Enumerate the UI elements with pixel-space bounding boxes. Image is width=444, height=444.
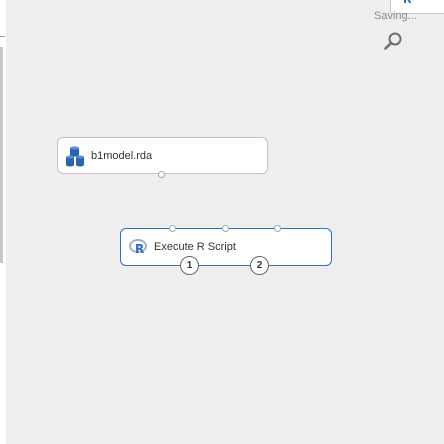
saving-status: Saving... <box>374 10 417 22</box>
left-panel-scrollbar[interactable] <box>0 47 3 263</box>
r-script-input-port-1[interactable] <box>169 225 176 232</box>
experiment-workspace: R Saving... b1model.rda R Execut <box>0 0 444 444</box>
execute-r-script-label: Execute R Script <box>154 241 236 253</box>
dataset-module[interactable]: b1model.rda <box>57 137 268 174</box>
r-language-icon: R <box>403 0 411 5</box>
r-script-output-port-1[interactable]: 1 <box>180 256 199 275</box>
dataset-icon <box>66 146 84 167</box>
experiment-canvas[interactable] <box>6 0 444 444</box>
dataset-output-port[interactable] <box>158 171 165 178</box>
left-panel-divider <box>0 36 5 37</box>
magnifier-icon[interactable] <box>382 30 404 52</box>
execute-r-script-module[interactable]: R Execute R Script <box>120 228 332 266</box>
r-script-output-port-2[interactable]: 2 <box>250 256 269 275</box>
dataset-module-label: b1model.rda <box>91 150 153 162</box>
r-language-icon: R <box>129 239 147 256</box>
r-script-input-port-2[interactable] <box>222 225 229 232</box>
svg-text:R: R <box>135 242 144 256</box>
r-script-input-port-3[interactable] <box>274 225 281 232</box>
